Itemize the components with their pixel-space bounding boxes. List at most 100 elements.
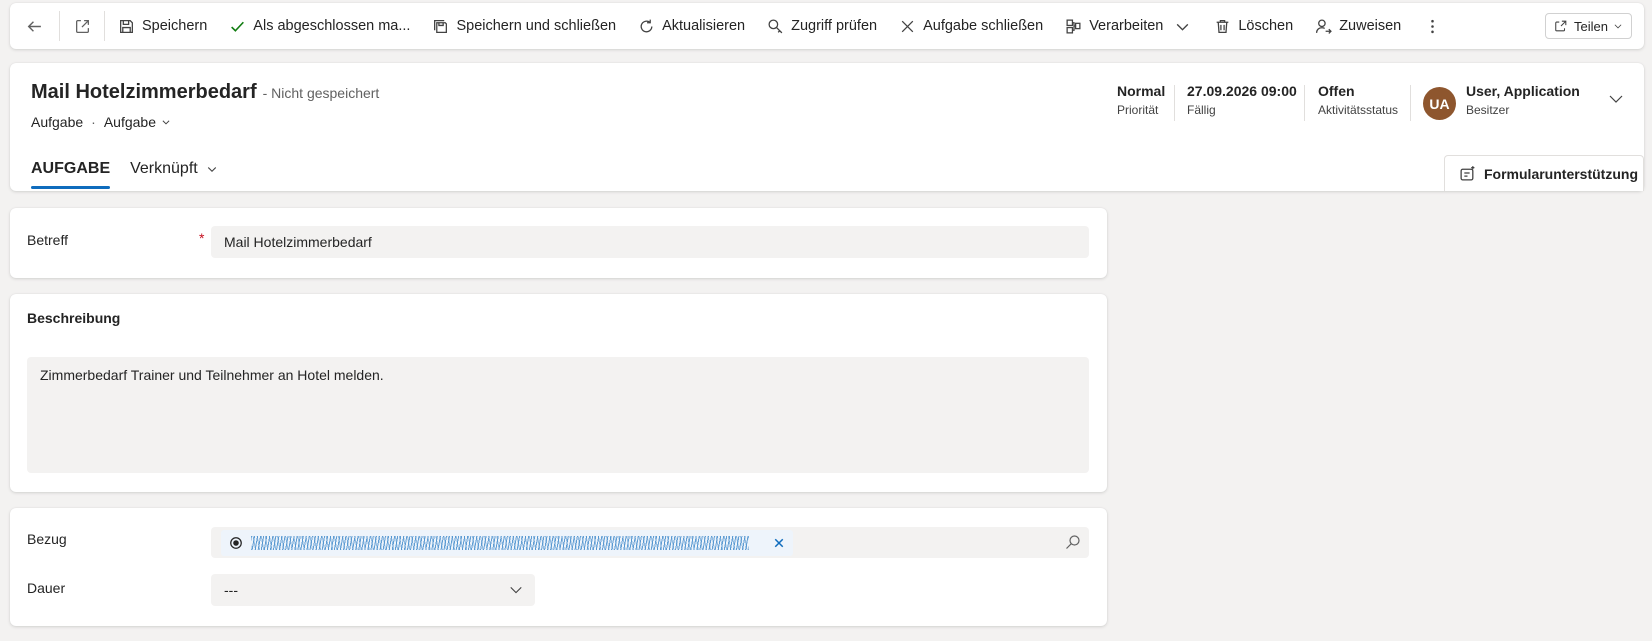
close-task-button[interactable]: Aufgabe schließen bbox=[888, 3, 1054, 49]
refresh-icon bbox=[640, 19, 653, 32]
command-bar: Speichern Als abgeschlossen ma... Speich… bbox=[10, 3, 1644, 49]
tab-task[interactable]: AUFGABE bbox=[31, 151, 111, 189]
subject-section: Betreff * Mail Hotelzimmerbedarf bbox=[10, 208, 1107, 278]
open-in-new-window-icon bbox=[76, 19, 89, 33]
key-search-icon bbox=[768, 18, 783, 33]
header-divider bbox=[1410, 85, 1411, 121]
status-value: Offen bbox=[1318, 83, 1355, 99]
check-access-button[interactable]: Zugriff prüfen bbox=[756, 3, 888, 49]
process-dropdown-button[interactable] bbox=[1174, 3, 1203, 49]
activity-status-field: Offen Aktivitätsstatus bbox=[1318, 83, 1398, 117]
due-date-field: 27.09.2026 09:00 Fällig bbox=[1187, 83, 1297, 117]
form-sparkle-icon bbox=[1460, 166, 1475, 181]
person-assign-icon bbox=[1316, 18, 1333, 34]
status-label: Aktivitätsstatus bbox=[1318, 103, 1399, 117]
chevron-down-icon bbox=[1614, 24, 1622, 29]
regarding-lookup-tag[interactable] bbox=[221, 529, 793, 556]
description-textarea[interactable]: Zimmerbedarf Trainer und Teilnehmer an H… bbox=[27, 357, 1089, 473]
tab-task-label: AUFGABE bbox=[31, 159, 111, 177]
regarding-lookup[interactable] bbox=[211, 527, 1089, 558]
regarding-label: Bezug bbox=[27, 531, 67, 547]
due-value: 27.09.2026 09:00 bbox=[1187, 83, 1297, 99]
header-divider bbox=[1304, 85, 1305, 121]
chevron-down-icon bbox=[1177, 23, 1189, 31]
subject-label: Betreff bbox=[27, 232, 68, 248]
due-label: Fällig bbox=[1187, 103, 1216, 117]
tab-related-label: Verknüpft bbox=[130, 159, 198, 177]
form-selector-label: Aufgabe bbox=[103, 114, 157, 130]
regarding-record-link-redacted[interactable] bbox=[251, 535, 749, 550]
trash-icon bbox=[1217, 19, 1229, 33]
tab-related[interactable]: Verknüpft bbox=[130, 151, 218, 186]
assign-label: Zuweisen bbox=[1339, 18, 1402, 34]
back-button[interactable] bbox=[10, 3, 57, 49]
more-commands-button[interactable] bbox=[1412, 3, 1453, 49]
process-flow-icon bbox=[1066, 18, 1081, 34]
owner-label: Besitzer bbox=[1466, 103, 1510, 117]
toolbar-divider bbox=[104, 11, 105, 41]
duration-value: --- bbox=[224, 582, 238, 598]
priority-label: Priorität bbox=[1117, 103, 1159, 117]
title-row: Mail Hotelzimmerbedarf - Nicht gespeiche… bbox=[31, 81, 379, 104]
chevron-down-icon bbox=[162, 120, 170, 125]
expand-header-chevron-icon[interactable] bbox=[1608, 91, 1624, 107]
assign-button[interactable]: Zuweisen bbox=[1304, 3, 1412, 49]
record-header: Mail Hotelzimmerbedarf - Nicht gespeiche… bbox=[10, 63, 1644, 191]
owner-field: User, Application Besitzer bbox=[1466, 83, 1580, 117]
entity-breadcrumb: Aufgabe · Aufgabe bbox=[31, 114, 171, 130]
delete-button[interactable]: Löschen bbox=[1203, 3, 1304, 49]
priority-value: Normal bbox=[1117, 83, 1166, 99]
mark-complete-label: Als abgeschlossen ma... bbox=[253, 18, 411, 34]
mark-complete-button[interactable]: Als abgeschlossen ma... bbox=[218, 3, 421, 49]
save-status: - Nicht gespeichert bbox=[262, 85, 380, 101]
form-assist-button[interactable]: Formularunterstützung bbox=[1444, 155, 1644, 191]
chevron-down-icon bbox=[207, 166, 216, 172]
share-button[interactable]: Teilen bbox=[1545, 13, 1632, 39]
save-icon bbox=[120, 19, 133, 33]
close-task-label: Aufgabe schließen bbox=[923, 18, 1044, 34]
open-new-window-button[interactable] bbox=[62, 3, 102, 49]
save-and-close-label: Speichern und schließen bbox=[456, 18, 617, 34]
separator-dot: · bbox=[91, 114, 96, 130]
chevron-down-icon bbox=[510, 586, 522, 594]
checkmark-icon bbox=[231, 21, 245, 32]
search-icon[interactable] bbox=[1065, 534, 1081, 550]
remove-lookup-icon[interactable] bbox=[773, 537, 785, 549]
priority-field: Normal Priorität bbox=[1117, 83, 1165, 117]
avatar: UA bbox=[1423, 87, 1456, 120]
save-label: Speichern bbox=[142, 18, 208, 34]
toolbar-divider bbox=[59, 11, 60, 41]
close-icon bbox=[901, 20, 914, 32]
refresh-button[interactable]: Aktualisieren bbox=[627, 3, 756, 49]
share-label: Teilen bbox=[1574, 18, 1608, 34]
delete-label: Löschen bbox=[1238, 18, 1294, 34]
header-divider bbox=[1174, 85, 1175, 121]
duration-select[interactable]: --- bbox=[211, 574, 535, 606]
save-and-close-button[interactable]: Speichern und schließen bbox=[421, 3, 627, 49]
form-assist-label: Formularunterstützung bbox=[1484, 165, 1638, 182]
save-button[interactable]: Speichern bbox=[107, 3, 218, 49]
entity-name: Aufgabe bbox=[31, 114, 84, 130]
process-label: Verarbeiten bbox=[1089, 18, 1164, 34]
form-selector[interactable]: Aufgabe bbox=[104, 114, 171, 130]
more-vertical-icon bbox=[1431, 19, 1435, 33]
form-tabs: AUFGABE Verknüpft bbox=[31, 151, 238, 189]
check-access-label: Zugriff prüfen bbox=[791, 18, 878, 34]
required-marker: * bbox=[199, 230, 205, 246]
owner-name-link[interactable]: User, Application bbox=[1466, 83, 1580, 99]
redacted-text-scribble bbox=[251, 535, 749, 550]
description-section: Beschreibung Zimmerbedarf Trainer und Te… bbox=[10, 294, 1107, 492]
share-icon bbox=[1555, 20, 1567, 32]
save-and-close-icon bbox=[434, 19, 448, 33]
details-section: Bezug Dauer --- bbox=[10, 508, 1107, 626]
subject-value: Mail Hotelzimmerbedarf bbox=[224, 234, 372, 250]
refresh-label: Aktualisieren bbox=[662, 18, 746, 34]
page-title: Mail Hotelzimmerbedarf bbox=[31, 81, 257, 103]
arrow-left-icon bbox=[27, 20, 41, 32]
process-button[interactable]: Verarbeiten bbox=[1054, 3, 1174, 49]
description-title: Beschreibung bbox=[27, 310, 121, 326]
description-value: Zimmerbedarf Trainer und Teilnehmer an H… bbox=[40, 367, 384, 383]
subject-input[interactable]: Mail Hotelzimmerbedarf bbox=[211, 226, 1089, 258]
record-type-icon bbox=[230, 536, 242, 549]
duration-label: Dauer bbox=[27, 580, 66, 596]
